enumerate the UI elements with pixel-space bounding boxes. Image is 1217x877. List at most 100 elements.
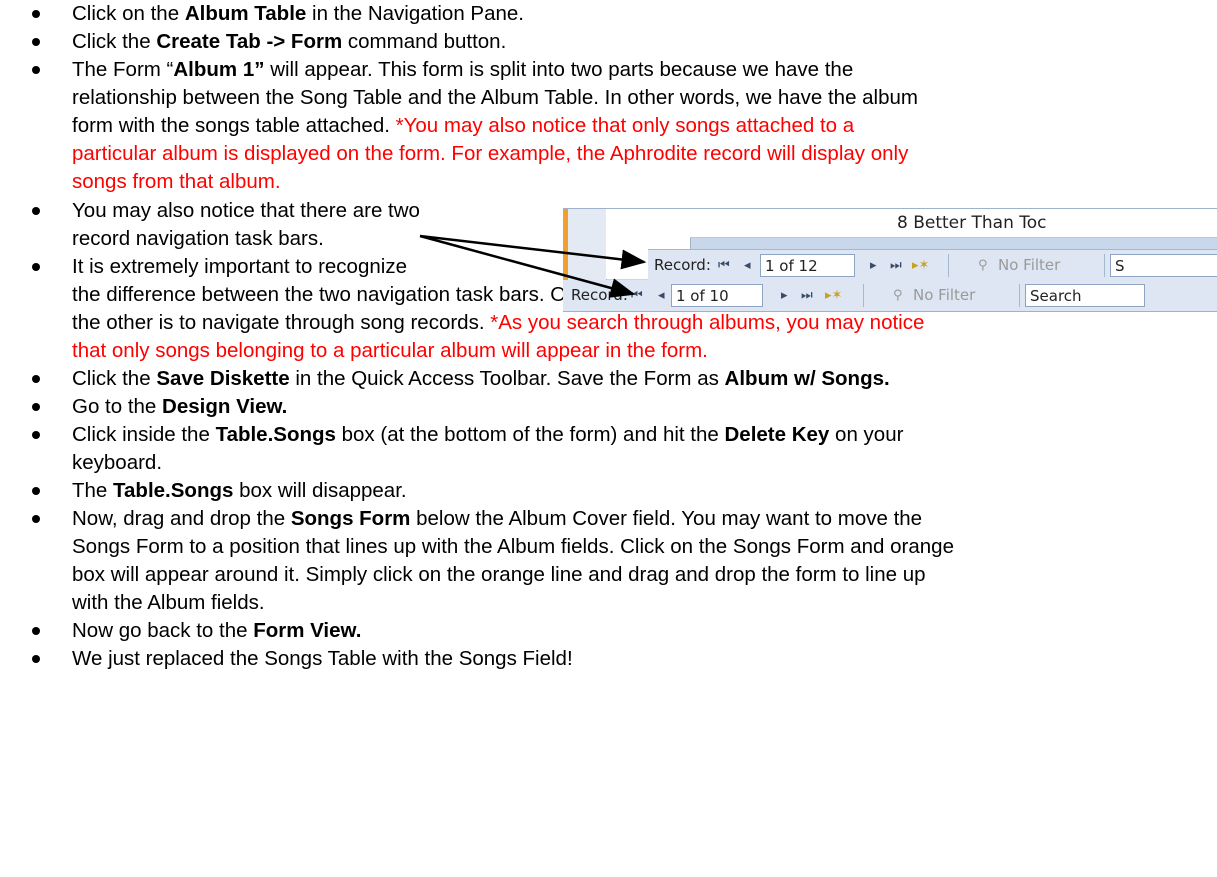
text-run: Delete Key [724, 423, 830, 446]
bullet-text-line: The Table.Songs box will disappear. [72, 477, 407, 505]
bullet-text-line: It is extremely important to recognize [72, 253, 407, 281]
text-run: the other is to navigate through song re… [72, 311, 491, 334]
search-field[interactable]: Search [1025, 284, 1145, 307]
text-run: Go to the [72, 395, 163, 418]
first-record-icon[interactable]: ⏮ [718, 250, 730, 281]
divider [1019, 284, 1020, 307]
bullet-dot [32, 403, 40, 411]
text-run: in the Navigation Pane. [306, 2, 524, 25]
next-record-icon[interactable]: ▸ [870, 250, 877, 281]
text-run: We just replaced the Songs Table with th… [72, 647, 573, 670]
text-run: below the Album Cover field. You may wan… [410, 507, 923, 530]
text-run: with the Album fields. [72, 591, 265, 614]
bullet-dot [32, 66, 40, 74]
previous-record-icon[interactable]: ◂ [658, 280, 665, 311]
bullet-text-line: Click the Save Diskette in the Quick Acc… [72, 365, 890, 393]
bullet-text-line: relationship between the Song Table and … [72, 84, 918, 112]
bullet-text-line: box will appear around it. Simply click … [72, 561, 926, 589]
record-label: Record: [654, 256, 711, 274]
text-run: The Form “ [72, 58, 174, 81]
last-record-icon[interactable]: ⏭ [801, 280, 813, 311]
text-run: Save Diskette [156, 367, 290, 390]
new-record-icon[interactable]: ▸✶ [825, 280, 842, 311]
bullet-dot [32, 655, 40, 663]
divider [863, 284, 864, 307]
bullet-dot [32, 375, 40, 383]
record-position-field[interactable]: 1 of 12 [760, 254, 855, 277]
text-run: form with the songs table attached. [72, 114, 396, 137]
divider [948, 254, 949, 277]
last-record-icon[interactable]: ⏭ [890, 250, 902, 281]
bullet-text-line: that only songs belonging to a particula… [72, 337, 708, 365]
bullet-text-line: with the Album fields. [72, 589, 265, 617]
text-run: *As you search through albums, you may n… [490, 311, 925, 334]
song-row: 8 Better Than Toc [690, 209, 1217, 238]
text-run: Songs Form to a position that lines up w… [72, 535, 954, 558]
text-run: command button. [342, 30, 507, 53]
text-run: It is extremely important to recognize [72, 255, 407, 278]
song-row-text: 8 Better Than Toc [897, 213, 1047, 233]
bullet-text-line: Click inside the Table.Songs box (at the… [72, 421, 903, 449]
text-run: particular album is displayed on the for… [72, 142, 909, 165]
text-run: box will disappear. [233, 479, 407, 502]
text-run: Album w/ Songs. [724, 367, 890, 390]
filter-icon: ⚲ [893, 288, 903, 303]
record-navigation-screenshot: 8 Better Than Toc Record: ⏮ ◂ 1 of 12 ▸ … [563, 208, 1217, 312]
text-run: Design View. [162, 395, 288, 418]
bullet-text-line: Click the Create Tab -> Form command but… [72, 28, 506, 56]
bullet-text-line: form with the songs table attached. *You… [72, 112, 854, 140]
bullet-dot [32, 10, 40, 18]
text-run: keyboard. [72, 451, 163, 474]
text-run: Album 1” [173, 58, 265, 81]
previous-record-icon[interactable]: ◂ [744, 250, 751, 281]
record-label: Record: [571, 286, 628, 304]
album-record-navigation-bar: Record: ⏮ ◂ 1 of 12 ▸ ⏭ ▸✶ ⚲ No Filter S [648, 249, 1217, 282]
bullet-dot [32, 263, 40, 271]
text-run: Songs Form [290, 507, 411, 530]
bullet-text-line: Now, drag and drop the Songs Form below … [72, 505, 922, 533]
text-run: box (at the bottom of the form) and hit … [335, 423, 725, 446]
text-run: on your [829, 423, 904, 446]
bullet-text-line: the other is to navigate through song re… [72, 309, 924, 337]
first-record-icon[interactable]: ⏮ [631, 280, 643, 311]
text-run: Click on the [72, 2, 185, 25]
bullet-dot [32, 627, 40, 635]
bullet-dot [32, 487, 40, 495]
bullet-text-line: Now go back to the Form View. [72, 617, 361, 645]
text-run: in the Quick Access Toolbar. Save the Fo… [289, 367, 725, 390]
song-record-navigation-bar: Record: ⏮ ◂ 1 of 10 ▸ ⏭ ▸✶ ⚲ No Filter S… [563, 280, 1217, 311]
bullet-text-line: We just replaced the Songs Table with th… [72, 645, 573, 673]
text-run: record navigation task bars. [72, 227, 324, 250]
new-record-icon[interactable]: ▸✶ [912, 250, 929, 281]
bullet-dot [32, 38, 40, 46]
record-position-field[interactable]: 1 of 10 [671, 284, 763, 307]
bullet-dot [32, 431, 40, 439]
bullet-text-line: particular album is displayed on the for… [72, 140, 908, 168]
bullet-text-line: Click on the Album Table in the Navigati… [72, 0, 524, 28]
text-run: *You may also notice that only songs att… [395, 114, 855, 137]
text-run: that only songs belonging to a particula… [72, 339, 708, 362]
no-filter-label[interactable]: No Filter [998, 250, 1060, 281]
text-run: box will appear around it. Simply click … [72, 563, 926, 586]
bullet-text-line: Songs Form to a position that lines up w… [72, 533, 954, 561]
text-run: relationship between the Song Table and … [72, 86, 918, 109]
text-run: Create Tab -> Form [156, 30, 343, 53]
text-run: Click inside the [72, 423, 216, 446]
bullet-text-line: songs from that album. [72, 168, 281, 196]
no-filter-label[interactable]: No Filter [913, 280, 975, 311]
bullet-text-line: record navigation task bars. [72, 225, 324, 253]
text-run: You may also notice that there are two [72, 199, 420, 222]
text-run: Click the [72, 30, 157, 53]
next-record-icon[interactable]: ▸ [781, 280, 788, 311]
divider [1104, 254, 1105, 277]
text-run: Now, drag and drop the [72, 507, 291, 530]
text-run: will appear. This form is split into two… [264, 58, 854, 81]
text-run: songs from that album. [72, 170, 281, 193]
bullet-dot [32, 207, 40, 215]
bullet-text-line: Go to the Design View. [72, 393, 287, 421]
search-field[interactable]: S [1110, 254, 1217, 277]
text-run: The [72, 479, 114, 502]
text-run: Table.Songs [113, 479, 234, 502]
bullet-text-line: keyboard. [72, 449, 162, 477]
bullet-text-line: You may also notice that there are two [72, 197, 420, 225]
